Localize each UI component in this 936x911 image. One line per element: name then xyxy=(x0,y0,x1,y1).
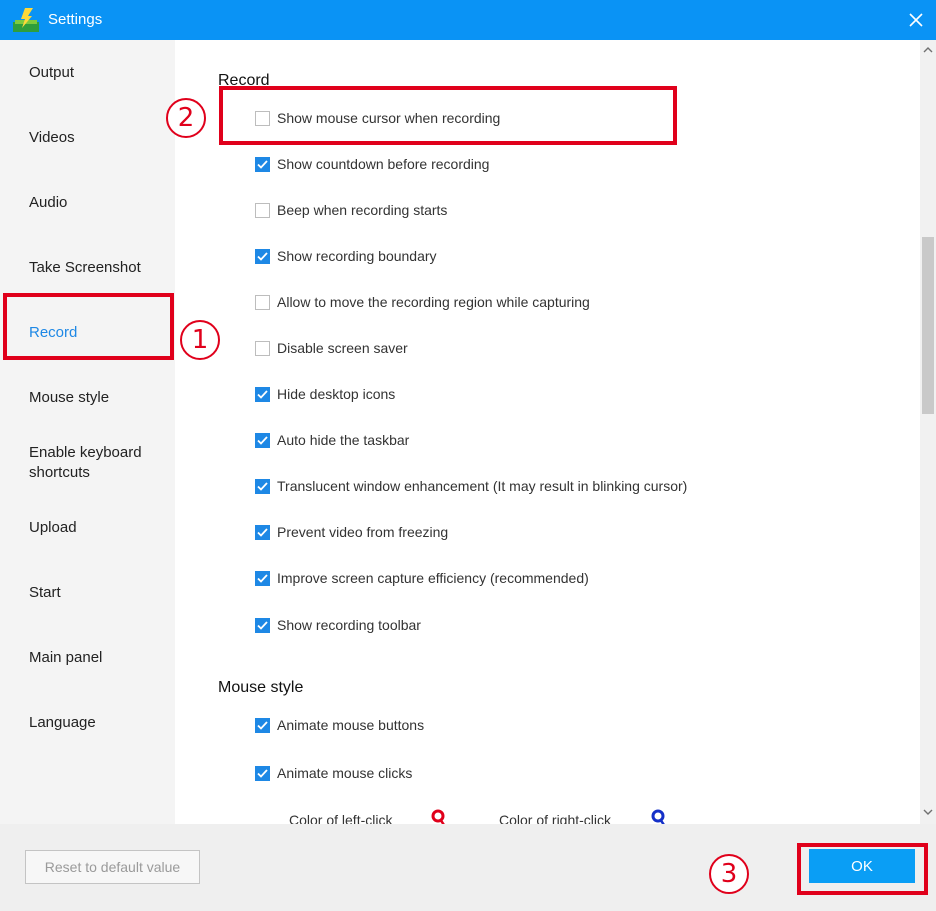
content-scrollbar[interactable] xyxy=(920,40,936,824)
sidebar-item-upload[interactable]: Upload xyxy=(29,518,169,538)
checkbox[interactable] xyxy=(255,765,270,781)
right-click-color-label: Color of right-click xyxy=(499,812,612,824)
sidebar-item-main-panel[interactable]: Main panel xyxy=(29,648,169,668)
option-row[interactable]: Animate mouse clicks xyxy=(255,763,412,783)
option-label: Allow to move the recording region while… xyxy=(277,294,590,310)
sidebar-item-start[interactable]: Start xyxy=(29,583,169,603)
option-label: Translucent window enhancement (It may r… xyxy=(277,478,688,494)
checkmark-icon xyxy=(257,251,268,261)
checkmark-icon xyxy=(257,720,268,730)
scroll-down-icon[interactable] xyxy=(923,808,933,816)
window-title: Settings xyxy=(48,11,103,28)
checkmark-icon xyxy=(257,768,268,778)
option-row[interactable]: Translucent window enhancement (It may r… xyxy=(255,476,687,496)
scroll-thumb[interactable] xyxy=(922,237,934,414)
option-label: Show recording boundary xyxy=(277,248,437,264)
checkmark-icon xyxy=(257,389,268,399)
option-label: Animate mouse buttons xyxy=(277,717,425,733)
close-icon xyxy=(909,13,923,27)
option-row[interactable]: Disable screen saver xyxy=(255,338,408,358)
sidebar-item-videos[interactable]: Videos xyxy=(29,128,169,148)
option-row[interactable]: Hide desktop icons xyxy=(255,384,395,404)
checkmark-icon xyxy=(257,435,268,445)
app-logo-icon xyxy=(13,8,39,32)
option-label: Show countdown before recording xyxy=(277,156,490,172)
checkbox[interactable] xyxy=(255,617,270,633)
option-row[interactable]: Show recording toolbar xyxy=(255,615,421,635)
option-row[interactable]: Auto hide the taskbar xyxy=(255,430,409,450)
option-row[interactable]: Prevent video from freezing xyxy=(255,522,448,542)
callout-number-2: 2 xyxy=(166,98,206,138)
dialog-footer: Reset to default value OK xyxy=(0,824,936,911)
checkbox[interactable] xyxy=(255,340,270,356)
checkbox[interactable] xyxy=(255,570,270,586)
left-click-color-label: Color of left-click xyxy=(289,812,393,824)
left-click-color-icon[interactable] xyxy=(430,809,446,824)
sidebar-item-keyboard-shortcuts[interactable]: Enable keyboard shortcuts xyxy=(29,443,169,483)
title-bar: Settings xyxy=(0,0,936,40)
option-label: Improve screen capture efficiency (recom… xyxy=(277,570,589,586)
checkbox[interactable] xyxy=(255,432,270,448)
checkmark-icon xyxy=(257,620,268,630)
callout-box-mouse-cursor-option xyxy=(219,86,677,145)
option-row[interactable]: Allow to move the recording region while… xyxy=(255,292,590,312)
settings-content: Record Show mouse cursor when recording … xyxy=(175,40,920,824)
option-row[interactable]: Show recording boundary xyxy=(255,246,437,266)
checkmark-icon xyxy=(257,159,268,169)
checkmark-icon xyxy=(257,527,268,537)
reset-default-button[interactable]: Reset to default value xyxy=(25,850,200,884)
mouse-style-section-title: Mouse style xyxy=(218,679,304,696)
option-label: Show recording toolbar xyxy=(277,617,421,633)
sidebar-item-output[interactable]: Output xyxy=(29,63,169,83)
option-label: Prevent video from freezing xyxy=(277,524,449,540)
option-label: Auto hide the taskbar xyxy=(277,432,410,448)
settings-sidebar: Output Videos Audio Take Screenshot Reco… xyxy=(0,40,175,824)
option-row[interactable]: Beep when recording starts xyxy=(255,200,447,220)
scroll-up-icon[interactable] xyxy=(923,46,933,54)
checkmark-icon xyxy=(257,481,268,491)
callout-number-3: 3 xyxy=(709,854,749,894)
sidebar-item-audio[interactable]: Audio xyxy=(29,193,169,213)
option-label: Animate mouse clicks xyxy=(277,765,413,781)
right-click-color-icon[interactable] xyxy=(650,809,666,824)
callout-box-record-nav xyxy=(3,293,174,360)
checkbox[interactable] xyxy=(255,294,270,310)
checkbox[interactable] xyxy=(255,248,270,264)
checkbox[interactable] xyxy=(255,524,270,540)
option-row[interactable]: Improve screen capture efficiency (recom… xyxy=(255,568,589,588)
checkmark-icon xyxy=(257,573,268,583)
checkbox[interactable] xyxy=(255,478,270,494)
close-button[interactable] xyxy=(896,0,936,40)
option-row[interactable]: Animate mouse buttons xyxy=(255,715,424,735)
option-label: Beep when recording starts xyxy=(277,202,448,218)
sidebar-item-mouse-style[interactable]: Mouse style xyxy=(29,388,169,408)
option-label: Hide desktop icons xyxy=(277,386,396,402)
callout-number-1: 1 xyxy=(180,320,220,360)
checkbox[interactable] xyxy=(255,202,270,218)
checkbox[interactable] xyxy=(255,386,270,402)
checkbox[interactable] xyxy=(255,717,270,733)
option-row[interactable]: Show countdown before recording xyxy=(255,154,489,174)
sidebar-item-language[interactable]: Language xyxy=(29,713,169,733)
option-label: Disable screen saver xyxy=(277,340,408,356)
checkbox[interactable] xyxy=(255,156,270,172)
callout-box-ok-button xyxy=(797,843,928,895)
sidebar-item-take-screenshot[interactable]: Take Screenshot xyxy=(29,258,169,278)
